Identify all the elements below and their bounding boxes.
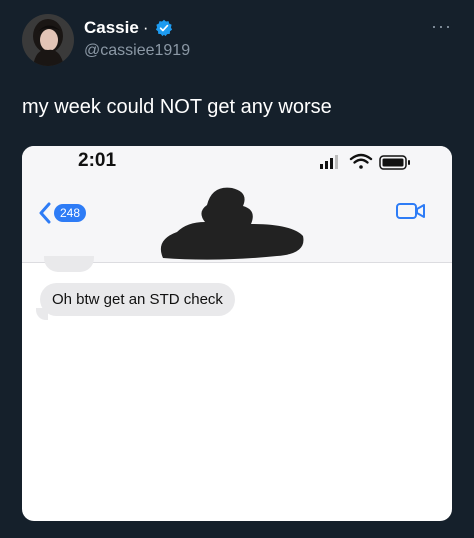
battery-icon <box>379 155 410 170</box>
status-time: 2:01 <box>78 150 117 171</box>
more-icon[interactable]: ··· <box>431 16 452 37</box>
signal-icon <box>320 155 338 169</box>
received-message-bubble: Oh btw get an STD check <box>40 283 235 316</box>
status-icons <box>320 153 410 170</box>
unread-count-badge: 248 <box>54 204 87 222</box>
name-separator: · <box>142 18 149 37</box>
redacted-contact-scribble <box>160 187 304 260</box>
author-handle[interactable]: @cassiee1919 <box>84 42 190 60</box>
avatar[interactable] <box>22 14 74 66</box>
wifi-icon <box>349 153 373 169</box>
video-call-icon[interactable] <box>396 201 426 221</box>
author-name[interactable]: Cassie <box>84 18 139 38</box>
back-chevron-icon <box>39 202 51 224</box>
tweet-text: my week could NOT get any worse <box>22 96 332 118</box>
imessage-header: 2:01 248 <box>22 146 452 263</box>
previous-message-bubble <box>44 256 94 272</box>
verified-badge-icon <box>155 19 172 37</box>
back-button[interactable]: 248 <box>38 202 87 224</box>
tweet-media-screenshot[interactable]: 2:01 248 Oh btw get an STD check <box>22 146 452 521</box>
